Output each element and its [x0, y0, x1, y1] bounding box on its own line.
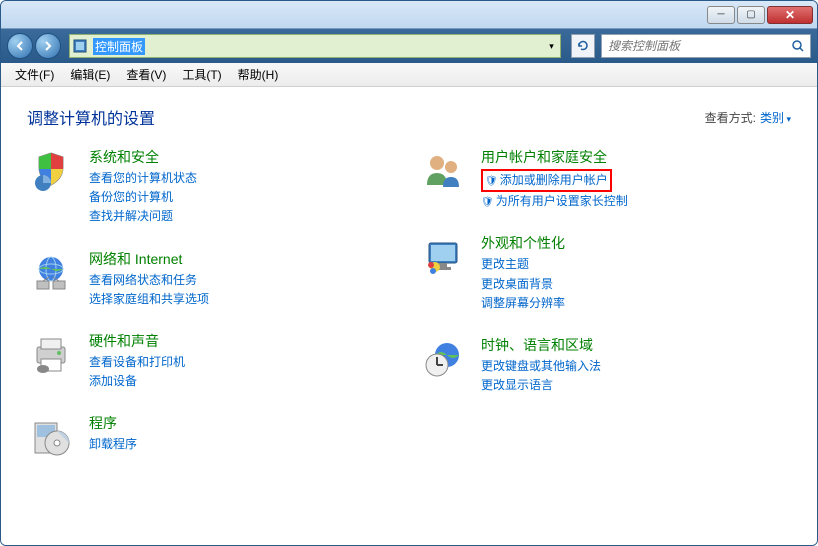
category-link[interactable]: 备份您的计算机 [89, 188, 399, 207]
refresh-button[interactable] [571, 34, 595, 58]
monitor-paint-icon [419, 233, 467, 281]
shield-chart-icon [27, 147, 75, 195]
menu-help[interactable]: 帮助(H) [230, 64, 287, 85]
search-input[interactable] [602, 39, 786, 53]
category-programs: 程序 卸载程序 [27, 413, 399, 461]
page-title: 调整计算机的设置 [27, 105, 155, 129]
category-appearance: 外观和个性化 更改主题 更改桌面背景 调整屏幕分辨率 [419, 233, 791, 313]
arrow-right-icon [42, 40, 54, 52]
category-network: 网络和 Internet 查看网络状态和任务 选择家庭组和共享选项 [27, 249, 399, 309]
category-title[interactable]: 时钟、语言和区域 [481, 335, 791, 355]
search-icon [791, 39, 805, 53]
category-title[interactable]: 程序 [89, 413, 399, 433]
category-link[interactable]: 卸载程序 [89, 435, 399, 454]
category-link[interactable]: 查看您的计算机状态 [89, 169, 399, 188]
content-area: 调整计算机的设置 查看方式: 类别 系统和安全 查看您的计算机状态 备份您的计算… [1, 87, 817, 545]
categories-grid: 系统和安全 查看您的计算机状态 备份您的计算机 查找并解决问题 网络和 Inte… [27, 147, 791, 483]
maximize-button[interactable]: ▢ [737, 6, 765, 24]
menu-file[interactable]: 文件(F) [7, 64, 62, 85]
category-link[interactable]: 更改显示语言 [481, 376, 791, 395]
search-box [601, 34, 811, 58]
menu-edit[interactable]: 编辑(E) [62, 64, 118, 85]
back-button[interactable] [7, 33, 33, 59]
category-link[interactable]: 更改主题 [481, 255, 791, 274]
control-panel-window: ─ ▢ ✕ 控制面板 ▾ 文件(F) 编辑(E) 查看(V) [0, 0, 818, 546]
menu-tools[interactable]: 工具(T) [174, 64, 229, 85]
category-title[interactable]: 系统和安全 [89, 147, 399, 167]
right-column: 用户帐户和家庭安全 添加或删除用户帐户 为所有用户设置家长控制 外观和个性化 更… [419, 147, 791, 483]
printer-icon [27, 331, 75, 379]
menu-bar: 文件(F) 编辑(E) 查看(V) 工具(T) 帮助(H) [1, 63, 817, 87]
search-button[interactable] [786, 35, 810, 57]
left-column: 系统和安全 查看您的计算机状态 备份您的计算机 查找并解决问题 网络和 Inte… [27, 147, 399, 483]
category-system-security: 系统和安全 查看您的计算机状态 备份您的计算机 查找并解决问题 [27, 147, 399, 227]
view-by-label: 查看方式: [705, 109, 756, 126]
category-link[interactable]: 查看设备和打印机 [89, 353, 399, 372]
category-link[interactable]: 查看网络状态和任务 [89, 271, 399, 290]
category-link[interactable]: 选择家庭组和共享选项 [89, 290, 399, 309]
forward-button[interactable] [35, 33, 61, 59]
close-button[interactable]: ✕ [767, 6, 813, 24]
globe-network-icon [27, 249, 75, 297]
category-title[interactable]: 用户帐户和家庭安全 [481, 147, 791, 167]
arrow-left-icon [14, 40, 26, 52]
control-panel-icon [69, 34, 89, 58]
category-link[interactable]: 为所有用户设置家长控制 [481, 192, 791, 211]
category-clock-language: 时钟、语言和区域 更改键盘或其他输入法 更改显示语言 [419, 335, 791, 395]
disc-box-icon [27, 413, 75, 461]
highlighted-link-box: 添加或删除用户帐户 [481, 169, 612, 192]
category-link[interactable]: 更改桌面背景 [481, 275, 791, 294]
address-dropdown[interactable]: ▾ [543, 34, 561, 58]
category-link[interactable]: 查找并解决问题 [89, 207, 399, 226]
navigation-bar: 控制面板 ▾ [1, 29, 817, 63]
view-by-control: 查看方式: 类别 [705, 109, 791, 126]
address-text: 控制面板 [93, 38, 145, 55]
address-bar[interactable]: 控制面板 [89, 34, 543, 58]
titlebar: ─ ▢ ✕ [1, 1, 817, 29]
view-by-dropdown[interactable]: 类别 [760, 109, 791, 126]
add-remove-user-link[interactable]: 添加或删除用户帐户 [485, 171, 608, 190]
minimize-button[interactable]: ─ [707, 6, 735, 24]
content-header: 调整计算机的设置 查看方式: 类别 [27, 105, 791, 129]
category-title[interactable]: 网络和 Internet [89, 249, 399, 269]
address-bar-group: 控制面板 ▾ [69, 34, 561, 58]
category-user-accounts: 用户帐户和家庭安全 添加或删除用户帐户 为所有用户设置家长控制 [419, 147, 791, 211]
users-icon [419, 147, 467, 195]
clock-globe-icon [419, 335, 467, 383]
category-link[interactable]: 更改键盘或其他输入法 [481, 357, 791, 376]
category-hardware: 硬件和声音 查看设备和打印机 添加设备 [27, 331, 399, 391]
menu-view[interactable]: 查看(V) [118, 64, 174, 85]
refresh-icon [576, 39, 590, 53]
category-link[interactable]: 添加设备 [89, 372, 399, 391]
category-link[interactable]: 调整屏幕分辨率 [481, 294, 791, 313]
category-title[interactable]: 硬件和声音 [89, 331, 399, 351]
category-title[interactable]: 外观和个性化 [481, 233, 791, 253]
